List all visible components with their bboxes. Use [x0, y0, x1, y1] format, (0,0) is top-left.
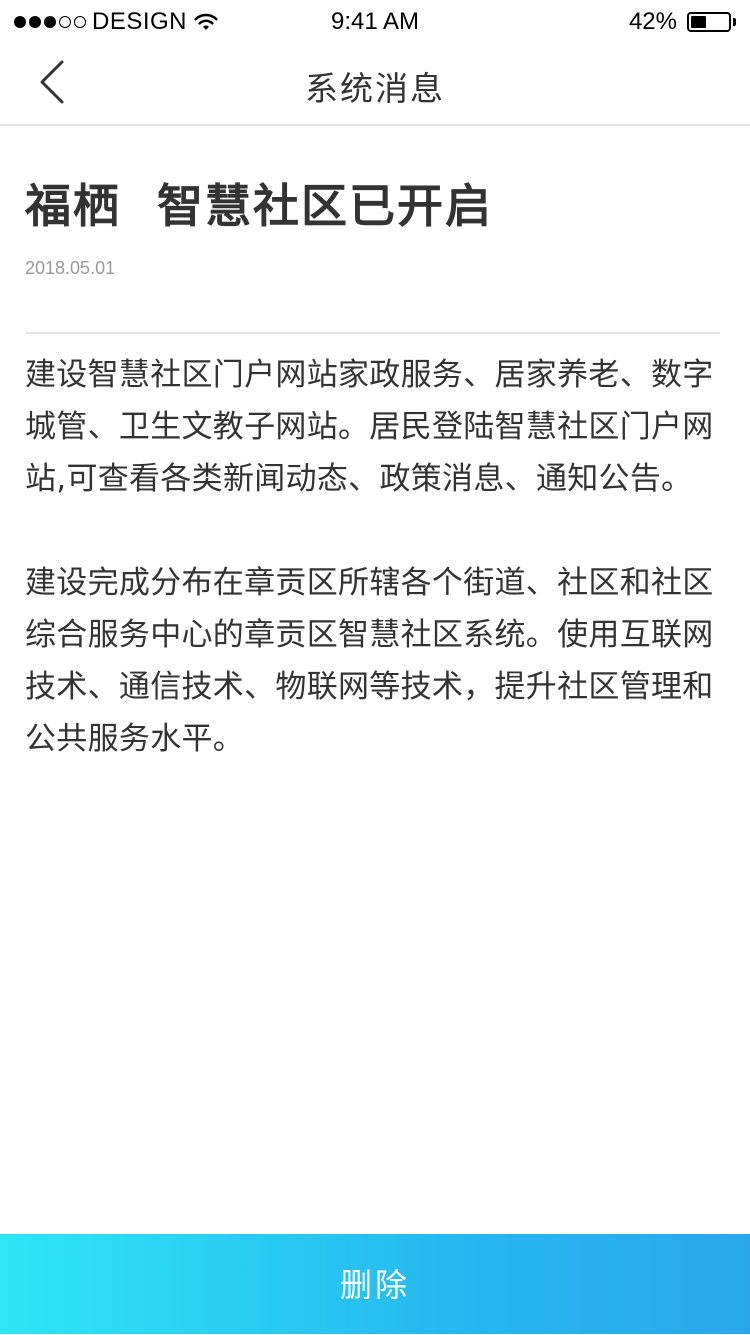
battery-percent: 42%: [628, 8, 677, 35]
article-body: 建设智慧社区门户网站家政服务、居家养老、数字城管、卫生文教子网站。居民登陆智慧社…: [25, 349, 725, 765]
nav-bar: 系统消息: [0, 40, 750, 126]
divider: [25, 332, 720, 334]
status-right: 42%: [629, 8, 736, 36]
article-date: 2018.05.01: [25, 258, 116, 278]
battery-fill: [691, 16, 706, 28]
delete-button[interactable]: 删除: [0, 1234, 750, 1334]
article-paragraph: 建设智慧社区门户网站家政服务、居家养老、数字城管、卫生文教子网站。居民登陆智慧社…: [25, 357, 714, 497]
battery-cap: [733, 18, 736, 26]
page-title: 系统消息: [305, 69, 445, 108]
status-bar: DESIGN 9:41 AM 42%: [0, 0, 750, 40]
article-title: 福栖 智慧社区已开启: [25, 179, 494, 233]
article-paragraph: 建设完成分布在章贡区所辖各个街道、社区和社区综合服务中心的章贡区智慧社区系统。使…: [25, 565, 714, 757]
battery-icon: [687, 12, 731, 32]
